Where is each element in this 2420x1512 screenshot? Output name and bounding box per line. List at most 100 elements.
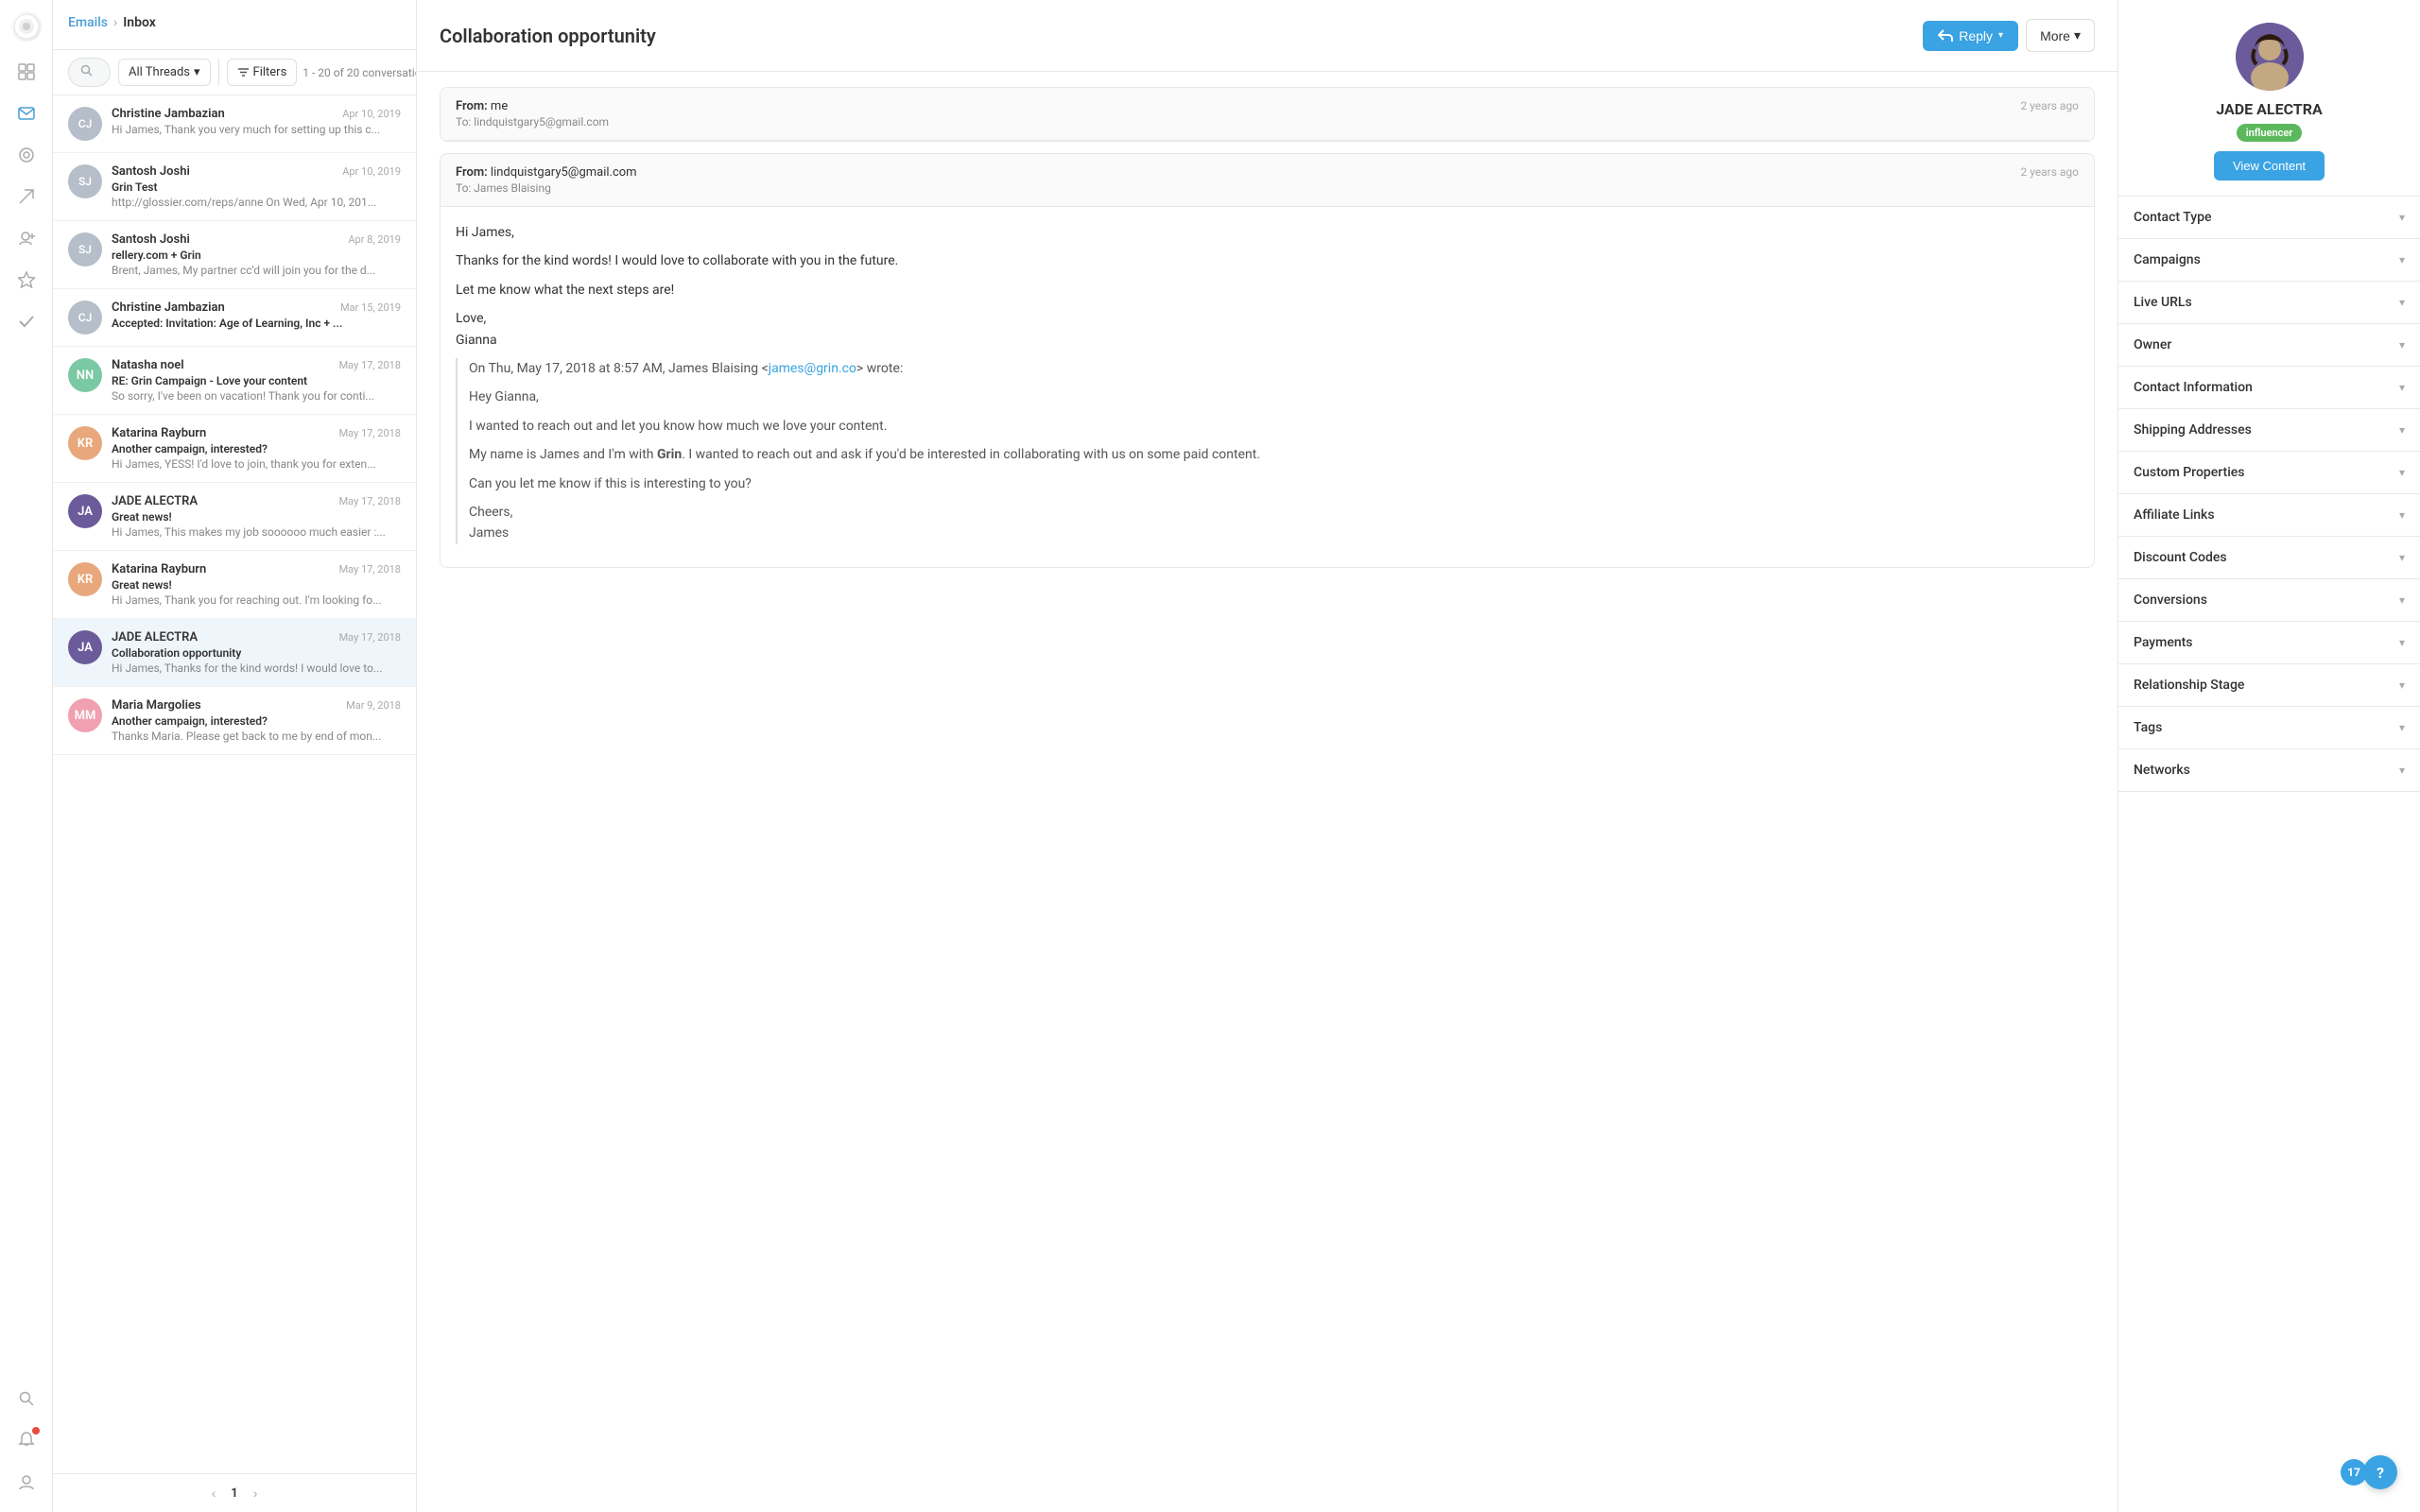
- accordion-label-custom-properties: Custom Properties: [2134, 465, 2245, 480]
- breadcrumb: Emails › Inbox: [68, 15, 401, 30]
- accordion-header-conversions[interactable]: Conversions ▾: [2118, 579, 2420, 621]
- email-item[interactable]: CJ Christine Jambazian Mar 15, 2019 Acce…: [53, 289, 416, 347]
- nav-send-btn[interactable]: [8, 178, 45, 215]
- accordion-label-shipping-addresses: Shipping Addresses: [2134, 422, 2252, 438]
- contact-avatar-img: [2236, 23, 2304, 91]
- accordion-header-contact-type[interactable]: Contact Type ▾: [2118, 197, 2420, 238]
- message-from: From: lindquistgary5@gmail.com: [456, 165, 637, 180]
- email-thread-body: From: me To: lindquistgary5@gmail.com 2 …: [417, 72, 2118, 1512]
- contact-name: JADE ALECTRA: [2216, 100, 2322, 118]
- accordion-header-shipping-addresses[interactable]: Shipping Addresses ▾: [2118, 409, 2420, 451]
- email-item-active[interactable]: JA JADE ALECTRA May 17, 2018 Collaborati…: [53, 619, 416, 687]
- email-item[interactable]: NN Natasha noel May 17, 2018 RE: Grin Ca…: [53, 347, 416, 415]
- breadcrumb-emails[interactable]: Emails: [68, 15, 108, 30]
- quoted-p2: My name is James and I'm with Grin. I wa…: [469, 444, 2079, 465]
- next-page-button[interactable]: ›: [253, 1486, 258, 1501]
- email-item[interactable]: KR Katarina Rayburn May 17, 2018 Another…: [53, 415, 416, 483]
- view-content-button[interactable]: View Content: [2214, 151, 2325, 180]
- email-preview: Hi James, Thank you for reaching out. I'…: [112, 593, 401, 607]
- accordion-header-owner[interactable]: Owner ▾: [2118, 324, 2420, 366]
- accordion-contact-type: Contact Type ▾: [2118, 197, 2420, 239]
- email-subject-title: Collaboration opportunity: [440, 25, 656, 47]
- quoted-greeting: Hey Gianna,: [469, 387, 2079, 407]
- nav-search-btn[interactable]: [8, 1380, 45, 1418]
- email-content: Santosh Joshi Apr 8, 2019 rellery.com + …: [112, 232, 401, 277]
- chevron-down-icon: ▾: [2399, 381, 2405, 394]
- email-sender: Natasha noel: [112, 358, 184, 372]
- sidebar-nav: [0, 0, 53, 1512]
- help-section: 17 ?: [2341, 1455, 2397, 1489]
- accordion-header-payments[interactable]: Payments ▾: [2118, 622, 2420, 663]
- pagination: ‹ 1 ›: [53, 1473, 416, 1512]
- accordion-contact-information: Contact Information ▾: [2118, 367, 2420, 409]
- nav-add-user-btn[interactable]: [8, 219, 45, 257]
- email-preview: Hi James, Thanks for the kind words! I w…: [112, 662, 401, 675]
- threads-chevron-icon: ▾: [194, 65, 200, 79]
- chevron-down-icon: ▾: [2399, 338, 2405, 352]
- accordion-header-live-urls[interactable]: Live URLs ▾: [2118, 282, 2420, 323]
- accordion-label-live-urls: Live URLs: [2134, 295, 2192, 310]
- message-header: From: me To: lindquistgary5@gmail.com 2 …: [441, 88, 2094, 141]
- quoted-closing: Cheers,James: [469, 502, 2079, 544]
- nav-dashboard-btn[interactable]: [8, 53, 45, 91]
- email-sender: Maria Margolies: [112, 698, 201, 713]
- chevron-down-icon: ▾: [2399, 764, 2405, 777]
- avatar: NN: [68, 358, 102, 392]
- email-date: Apr 8, 2019: [348, 233, 401, 246]
- more-button[interactable]: More ▾: [2026, 19, 2095, 52]
- avatar: CJ: [68, 301, 102, 335]
- nav-star-btn[interactable]: [8, 261, 45, 299]
- search-bar[interactable]: [68, 58, 111, 87]
- message-to: To: James Blaising: [456, 181, 637, 195]
- more-label: More: [2040, 28, 2070, 43]
- accordion-relationship-stage: Relationship Stage ▾: [2118, 664, 2420, 707]
- prev-page-button[interactable]: ‹: [212, 1486, 216, 1501]
- accordion-header-affiliate-links[interactable]: Affiliate Links ▾: [2118, 494, 2420, 536]
- accordion-tags: Tags ▾: [2118, 707, 2420, 749]
- chevron-down-icon: ▾: [2399, 466, 2405, 479]
- accordion-header-relationship-stage[interactable]: Relationship Stage ▾: [2118, 664, 2420, 706]
- accordion-label-conversions: Conversions: [2134, 593, 2207, 608]
- email-preview: Thanks Maria. Please get back to me by e…: [112, 730, 401, 743]
- accordion-header-campaigns[interactable]: Campaigns ▾: [2118, 239, 2420, 281]
- help-button[interactable]: ?: [2363, 1455, 2397, 1489]
- avatar: MM: [68, 698, 102, 732]
- right-contact-panel: JADE ALECTRA influencer View Content Con…: [2118, 0, 2420, 1512]
- accordion-header-custom-properties[interactable]: Custom Properties ▾: [2118, 452, 2420, 493]
- nav-profile-btn[interactable]: [8, 1463, 45, 1501]
- avatar: SJ: [68, 164, 102, 198]
- email-preview: Hi James, YESS! I'd love to join, thank …: [112, 457, 401, 471]
- email-item[interactable]: JA JADE ALECTRA May 17, 2018 Great news!…: [53, 483, 416, 551]
- threads-dropdown[interactable]: All Threads ▾: [118, 59, 211, 86]
- accordion-header-contact-information[interactable]: Contact Information ▾: [2118, 367, 2420, 408]
- email-item[interactable]: SJ Santosh Joshi Apr 8, 2019 rellery.com…: [53, 221, 416, 289]
- nav-check-btn[interactable]: [8, 302, 45, 340]
- message-header: From: lindquistgary5@gmail.com To: James…: [441, 154, 2094, 207]
- accordion-header-tags[interactable]: Tags ▾: [2118, 707, 2420, 748]
- email-date: May 17, 2018: [339, 495, 401, 507]
- nav-notifications-btn[interactable]: [8, 1421, 45, 1459]
- email-message: From: me To: lindquistgary5@gmail.com 2 …: [440, 87, 2095, 142]
- accordion-header-discount-codes[interactable]: Discount Codes ▾: [2118, 537, 2420, 578]
- quoted-p1: I wanted to reach out and let you know h…: [469, 416, 2079, 437]
- email-item[interactable]: SJ Santosh Joshi Apr 10, 2019 Grin Test …: [53, 153, 416, 221]
- nav-contacts-btn[interactable]: [8, 136, 45, 174]
- nav-email-btn[interactable]: [8, 94, 45, 132]
- email-item[interactable]: CJ Christine Jambazian Apr 10, 2019 Hi J…: [53, 95, 416, 153]
- email-content: JADE ALECTRA May 17, 2018 Great news! Hi…: [112, 494, 401, 539]
- reply-label: Reply: [1959, 28, 1993, 43]
- email-subject: rellery.com + Grin: [112, 249, 401, 262]
- filters-button[interactable]: Filters: [227, 59, 298, 86]
- email-sender: Christine Jambazian: [112, 107, 225, 121]
- reply-button[interactable]: Reply ▾: [1923, 21, 2018, 51]
- email-preview: Brent, James, My partner cc'd will join …: [112, 264, 401, 277]
- email-list-header: Emails › Inbox: [53, 0, 416, 50]
- email-item[interactable]: KR Katarina Rayburn May 17, 2018 Great n…: [53, 551, 416, 619]
- quoted-email-link[interactable]: james@grin.co: [769, 361, 856, 376]
- current-page: 1: [231, 1486, 237, 1501]
- reply-chevron-icon: ▾: [1998, 30, 2003, 41]
- email-content: Natasha noel May 17, 2018 RE: Grin Campa…: [112, 358, 401, 403]
- conversations-count: 1 - 20 of 20 conversations: [302, 66, 417, 79]
- accordion-header-networks[interactable]: Networks ▾: [2118, 749, 2420, 791]
- email-item[interactable]: MM Maria Margolies Mar 9, 2018 Another c…: [53, 687, 416, 755]
